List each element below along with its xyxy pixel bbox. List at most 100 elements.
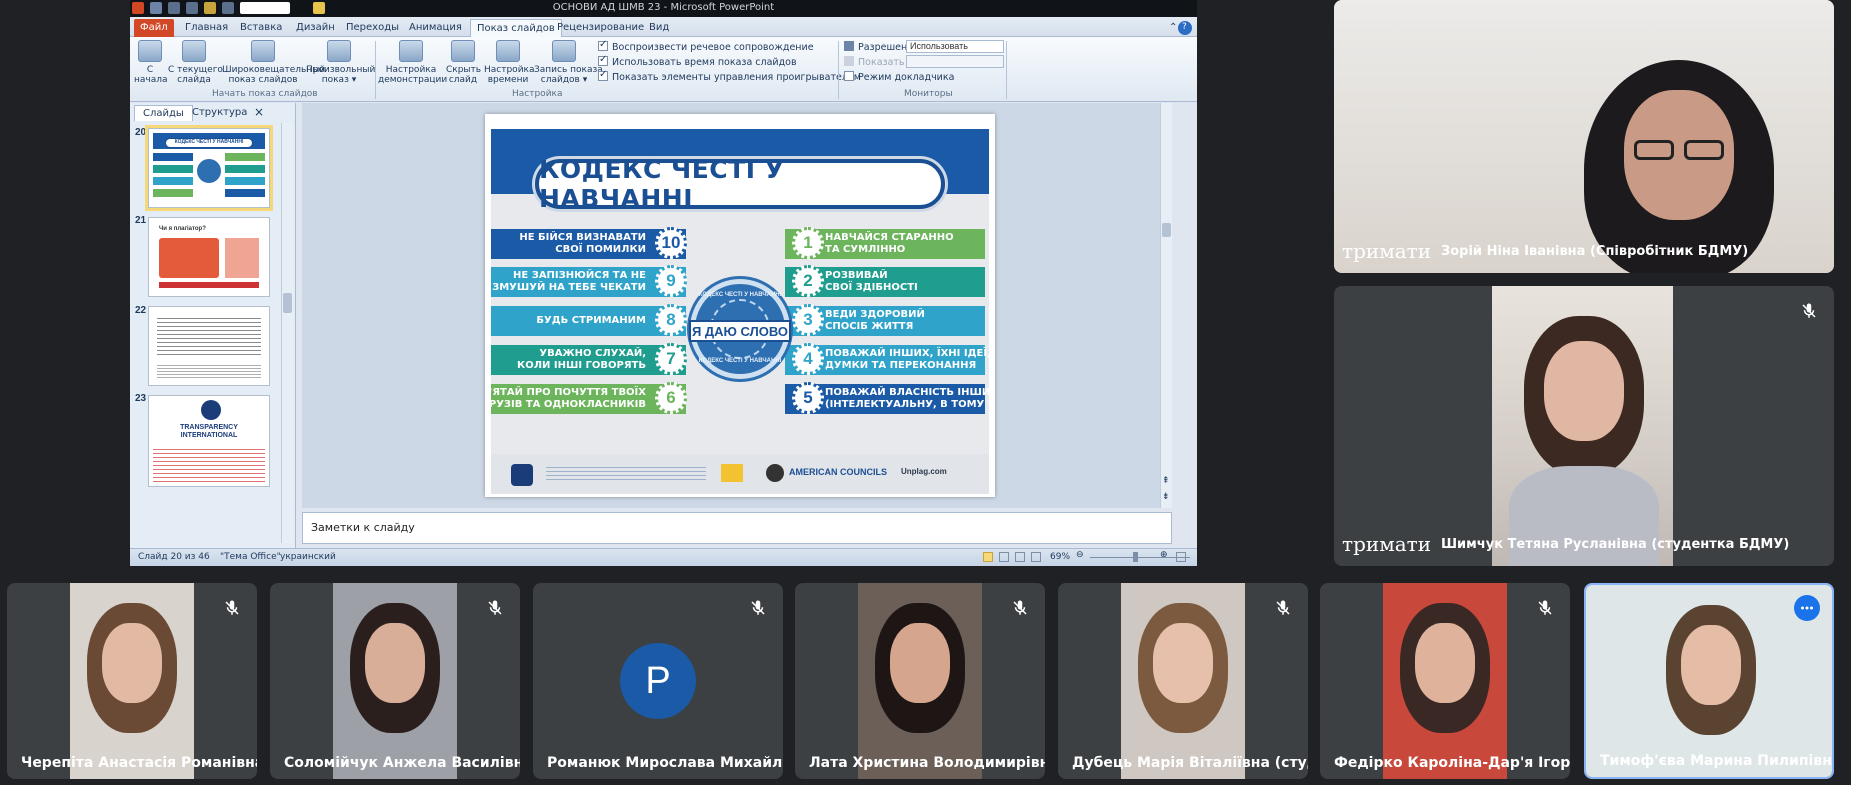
- custom-show-button[interactable]: Произвольный показ ▾: [306, 40, 375, 85]
- from-start-button[interactable]: С начала: [134, 40, 168, 85]
- tab-review[interactable]: Рецензирование: [551, 19, 650, 37]
- narration-checkbox[interactable]: Воспроизвести речевое сопровождение: [598, 39, 814, 53]
- participant-tile-top-1[interactable]: тримати Зорій Ніна Іванівна (Співробітни…: [1334, 0, 1834, 273]
- show-on-select[interactable]: [906, 55, 1004, 68]
- zoom-slider[interactable]: [1090, 557, 1190, 558]
- next-slide-icon[interactable]: ⇟: [1162, 491, 1170, 502]
- thumb21-title: Чи я плагіатор?: [159, 226, 206, 232]
- slide-scroll-thumb[interactable]: [1162, 223, 1171, 237]
- notes-field[interactable]: Заметки к слайду: [302, 512, 1172, 544]
- slide-title: КОДЕКС ЧЕСТІ У НАВЧАННІ: [539, 155, 785, 213]
- tab-slideshow[interactable]: Показ слайдов: [470, 19, 562, 37]
- powerpoint-window: ОСНОВИ АД ШМВ 23 - Microsoft PowerPoint …: [130, 0, 1197, 566]
- setup-slideshow-button[interactable]: Настройка демонстрации: [378, 40, 447, 85]
- code-item-number: 7: [655, 343, 687, 375]
- thumb-bar: [225, 189, 265, 197]
- monitor-icon: [844, 56, 854, 66]
- zoom-out-icon[interactable]: ⊖: [1076, 550, 1084, 560]
- custom-show-icon: [327, 40, 351, 62]
- participant-name: Лата Христина Володимирівн...: [809, 755, 1045, 771]
- pane-scrollbar[interactable]: [281, 123, 293, 543]
- reading-view-icon[interactable]: [1015, 552, 1025, 562]
- group-start-slideshow: Начать показ слайдов: [212, 89, 318, 99]
- normal-view-icon[interactable]: [983, 552, 993, 562]
- muted-icon: [1270, 595, 1296, 621]
- tab-transitions[interactable]: Переходы: [340, 19, 405, 37]
- prev-slide-icon[interactable]: ⇞: [1162, 475, 1170, 486]
- slide-thumbnail-21[interactable]: Чи я плагіатор?: [148, 217, 270, 297]
- fit-window-icon[interactable]: [1176, 552, 1186, 562]
- code-item-number: 1: [792, 227, 824, 259]
- record-slideshow-button[interactable]: Запись показа слайдов ▾: [534, 40, 603, 85]
- sorter-view-icon[interactable]: [999, 552, 1009, 562]
- close-pane-icon[interactable]: ×: [250, 105, 268, 119]
- tab-outline[interactable]: Структура: [184, 105, 255, 120]
- thumb-text: [153, 446, 265, 484]
- zoom-level[interactable]: 69%: [1050, 552, 1070, 562]
- zoom-in-icon[interactable]: ⊕: [1160, 550, 1168, 560]
- title-bar: ОСНОВИ АД ШМВ 23 - Microsoft PowerPoint: [130, 0, 1197, 17]
- transparency-logo-icon: [201, 400, 221, 420]
- slide-thumbnail-20[interactable]: КОДЕКС ЧЕСТІ У НАВЧАННІ: [145, 125, 273, 211]
- code-item-number: 8: [655, 304, 687, 336]
- participant-tile[interactable]: Соломійчук Анжела Василівн...: [270, 583, 520, 779]
- slide-footer: AMERICAN COUNCILS Unplag.com: [491, 454, 989, 494]
- thumb-text: [157, 363, 261, 379]
- american-councils-logo: AMERICAN COUNCILS: [789, 467, 887, 477]
- checkbox-icon: [598, 39, 608, 51]
- slide-scrollbar[interactable]: ⇞ ⇟: [1160, 103, 1172, 508]
- timings-checkbox[interactable]: Использовать время показа слайдов: [598, 54, 797, 68]
- participant-tile[interactable]: Федірко Кароліна-Дар'я Ігорі...: [1320, 583, 1570, 779]
- thumb-bar: [153, 177, 193, 185]
- participant-tile-top-2[interactable]: тримати Шимчук Тетяна Русланівна (студен…: [1334, 286, 1834, 566]
- slideshow-view-icon[interactable]: [1031, 552, 1041, 562]
- resolution-select[interactable]: Использовать текуще...: [906, 40, 1004, 62]
- participant-tile[interactable]: Лата Христина Володимирівн...: [795, 583, 1045, 779]
- help-icon[interactable]: ?: [1178, 21, 1192, 35]
- current-slide[interactable]: КОДЕКС ЧЕСТІ У НАВЧАННІ НЕ БІЙСЯ ВИЗНАВА…: [485, 114, 995, 497]
- from-current-button[interactable]: С текущего слайда: [168, 40, 223, 85]
- slide-thumbnail-22[interactable]: [148, 306, 270, 386]
- thumb-seal: [197, 159, 221, 183]
- media-controls-checkbox[interactable]: Показать элементы управления проигрывате…: [598, 69, 861, 83]
- thumb-bar: [153, 165, 193, 173]
- person-face: [1544, 341, 1624, 441]
- participant-tile[interactable]: Тимоф'єва Марина Пилипівна ...: [1584, 583, 1834, 779]
- hide-slide-button[interactable]: Скрыть слайд: [446, 40, 481, 85]
- tab-animation[interactable]: Анимация: [403, 19, 468, 37]
- participant-tile[interactable]: P Романюк Мирослава Михайлі...: [533, 583, 783, 779]
- participant-tile[interactable]: Дубець Марія Віталіївна (студ...: [1058, 583, 1308, 779]
- participant-name: Романюк Мирослава Михайлі...: [547, 755, 783, 771]
- broadcast-button[interactable]: Широковещательный показ слайдов: [222, 40, 325, 85]
- tab-insert[interactable]: Вставка: [234, 19, 288, 37]
- slide-number: 22: [135, 305, 147, 316]
- pane-scroll-thumb[interactable]: [283, 293, 292, 313]
- presenter-view-checkbox[interactable]: Режим докладчика: [844, 71, 954, 83]
- window-title: ОСНОВИ АД ШМВ 23 - Microsoft PowerPoint: [552, 2, 775, 13]
- participant-tile[interactable]: Черепіта Анастасія Романівна...: [7, 583, 257, 779]
- code-item-number: 2: [792, 265, 824, 297]
- muted-icon: [1007, 595, 1033, 621]
- tab-view[interactable]: Вид: [643, 19, 675, 37]
- participant-name: Черепіта Анастасія Романівна...: [21, 755, 257, 771]
- more-options-icon[interactable]: [1794, 595, 1820, 621]
- zoom-slider-thumb[interactable]: [1133, 552, 1138, 562]
- code-item-number: 6: [655, 382, 687, 414]
- person-face: [1153, 623, 1213, 703]
- rehearse-timings-button[interactable]: Настройка времени: [484, 40, 535, 85]
- tab-design[interactable]: Дизайн: [290, 19, 341, 37]
- checkbox-icon: [598, 69, 608, 81]
- thumb-graphic: [159, 282, 259, 288]
- thumb-bar: [225, 153, 265, 161]
- tab-file[interactable]: Файл: [134, 19, 174, 37]
- slide-thumbnail-23[interactable]: TRANSPARENCY INTERNATIONAL: [148, 395, 270, 487]
- code-item-number: 10: [655, 227, 687, 259]
- glasses-icon: [1634, 140, 1674, 160]
- ribbon-separator: [1006, 41, 1007, 99]
- participant-name: Дубець Марія Віталіївна (студ...: [1072, 755, 1308, 771]
- tab-home[interactable]: Главная: [179, 19, 234, 37]
- ribbon-separator: [375, 41, 376, 99]
- slideshow-start-icon: [138, 40, 162, 62]
- hold-label: тримати: [1342, 532, 1432, 556]
- language: украинский: [280, 552, 336, 562]
